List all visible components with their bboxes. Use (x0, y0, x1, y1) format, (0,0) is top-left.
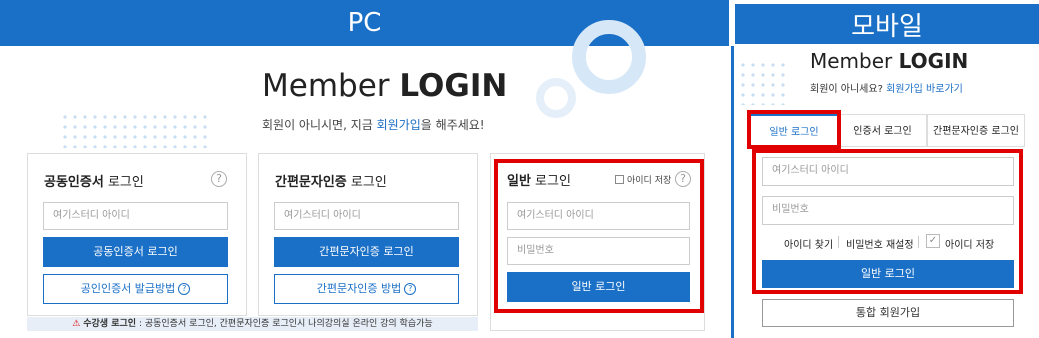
mobile-join-button[interactable]: 통합 회원가입 (762, 299, 1014, 327)
panel-divider (731, 46, 734, 338)
mobile-page-title: Member LOGIN (810, 49, 969, 73)
pc-join-link[interactable]: 회원가입 (377, 118, 421, 132)
sms-login-button[interactable]: 간편문자인증 로그인 (274, 237, 459, 267)
mobile-header-label: 모바일 (851, 11, 923, 42)
dot-pattern-decoration (60, 112, 210, 148)
pc-page-title: Member LOGIN (262, 68, 508, 104)
mobile-page-subtitle: 회원이 아니세요? 회원가입 바로가기 (810, 84, 963, 95)
sms-card-title: 간편문자인증 로그인 (275, 175, 387, 190)
sms-method-guide-button[interactable]: 간편문자인증 방법? (274, 274, 459, 304)
tab-highlight-frame (747, 110, 841, 149)
question-circle-icon: ? (178, 283, 191, 295)
sms-login-card: 간편문자인증 로그인 여기스터디 아이디 간편문자인증 로그인 간편문자인증 방… (258, 153, 478, 316)
sms-id-input[interactable]: 여기스터디 아이디 (274, 202, 459, 230)
cert-issue-guide-button[interactable]: 공인인증서 발급방법? (43, 274, 228, 304)
tab-sms-login[interactable]: 간편문자인증 로그인 (927, 114, 1025, 147)
dot-pattern-decoration (738, 60, 788, 105)
cert-login-button[interactable]: 공동인증서 로그인 (43, 237, 228, 267)
cert-login-card: 공동인증서 로그인 ? 여기스터디 아이디 공동인증서 로그인 공인인증서 발급… (27, 153, 247, 316)
mobile-header: 모바일 (735, 4, 1039, 44)
question-circle-icon: ? (404, 283, 417, 295)
cert-card-title: 공동인증서 로그인 (44, 175, 144, 190)
warning-icon: ⚠ (72, 319, 81, 329)
cert-id-input[interactable]: 여기스터디 아이디 (43, 202, 228, 230)
student-login-notice: ⚠ 수강생 로그인 : 공동인증서 로그인, 간편문자인증 로그인시 나의강의실… (27, 317, 478, 331)
form-highlight-frame (752, 149, 1023, 294)
ring-decoration-small (536, 78, 576, 118)
highlight-frame (494, 159, 704, 313)
tab-cert-login[interactable]: 인증서 로그인 (838, 114, 927, 147)
mobile-join-link[interactable]: 회원가입 바로가기 (886, 84, 963, 95)
pc-page-subtitle: 회원이 아니시면, 지금 회원가입을 해주세요! (262, 118, 485, 132)
pc-header-label: PC (347, 8, 382, 38)
help-icon[interactable]: ? (211, 171, 227, 187)
ring-decoration (572, 20, 646, 94)
